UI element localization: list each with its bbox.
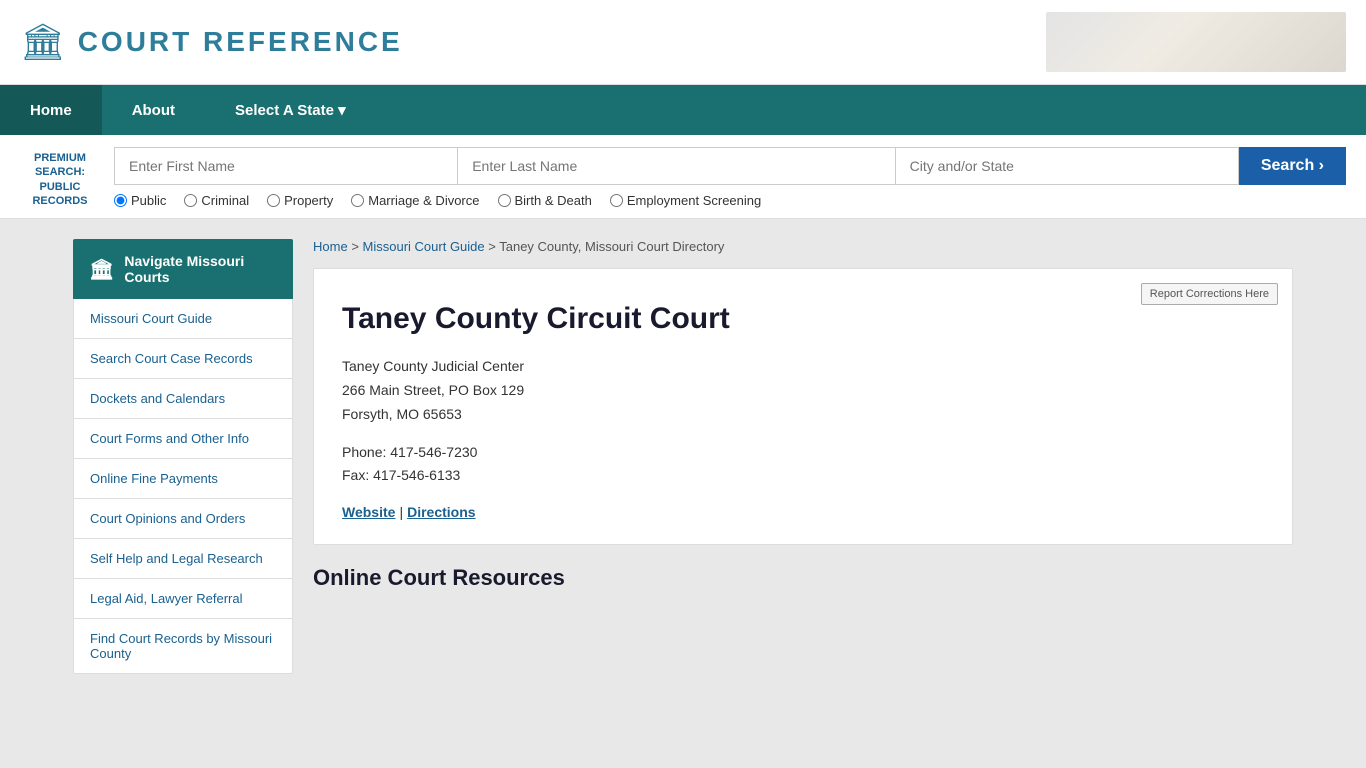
address-line1: Taney County Judicial Center bbox=[342, 358, 524, 374]
page-content: Home > Missouri Court Guide > Taney Coun… bbox=[313, 239, 1293, 674]
main-nav: Home About Select A State ▾ bbox=[0, 85, 1366, 135]
sidebar-item-mo-court-guide[interactable]: Missouri Court Guide bbox=[73, 299, 293, 339]
logo-text: COURT REFERENCE bbox=[78, 26, 403, 58]
radio-birth[interactable] bbox=[498, 194, 511, 207]
online-resources-title: Online Court Resources bbox=[313, 565, 1293, 591]
radio-marriage-text: Marriage & Divorce bbox=[368, 193, 479, 208]
radio-birth-label[interactable]: Birth & Death bbox=[498, 193, 592, 208]
sidebar-item-self-help[interactable]: Self Help and Legal Research bbox=[73, 539, 293, 579]
radio-public[interactable] bbox=[114, 194, 127, 207]
last-name-input[interactable] bbox=[457, 147, 894, 185]
breadcrumb-state-guide[interactable]: Missouri Court Guide bbox=[363, 239, 485, 254]
court-links: Website | Directions bbox=[342, 504, 1264, 520]
premium-line1: PREMIUM bbox=[34, 152, 86, 164]
main-content: 🏛 Navigate MissouriCourts Missouri Court… bbox=[63, 219, 1303, 694]
radio-birth-text: Birth & Death bbox=[515, 193, 592, 208]
radio-employment[interactable] bbox=[610, 194, 623, 207]
premium-line2: SEARCH: bbox=[35, 166, 85, 178]
radio-marriage[interactable] bbox=[351, 194, 364, 207]
radio-public-text: Public bbox=[131, 193, 166, 208]
nav-select-state[interactable]: Select A State ▾ bbox=[205, 85, 376, 135]
directions-link[interactable]: Directions bbox=[407, 504, 475, 520]
sidebar-item-search-records[interactable]: Search Court Case Records bbox=[73, 339, 293, 379]
sidebar-item-court-forms[interactable]: Court Forms and Other Info bbox=[73, 419, 293, 459]
sidebar-court-icon: 🏛 bbox=[89, 257, 114, 282]
search-inputs-row: Search › bbox=[114, 147, 1346, 185]
breadcrumb-current: Taney County, Missouri Court Directory bbox=[499, 239, 724, 254]
fax-number: Fax: 417-546-6133 bbox=[342, 467, 460, 483]
radio-criminal-text: Criminal bbox=[201, 193, 249, 208]
radio-property-label[interactable]: Property bbox=[267, 193, 333, 208]
search-bar: PREMIUM SEARCH: PUBLIC RECORDS Search › … bbox=[0, 135, 1366, 219]
search-button[interactable]: Search › bbox=[1239, 147, 1346, 185]
sidebar-header-label: Navigate MissouriCourts bbox=[124, 253, 244, 285]
logo-icon: 🏛 bbox=[20, 21, 66, 63]
radio-public-label[interactable]: Public bbox=[114, 193, 166, 208]
premium-line3: PUBLIC bbox=[40, 181, 81, 193]
nav-about[interactable]: About bbox=[102, 85, 205, 135]
radio-employment-label[interactable]: Employment Screening bbox=[610, 193, 761, 208]
sidebar-item-legal-aid[interactable]: Legal Aid, Lawyer Referral bbox=[73, 579, 293, 619]
radio-criminal[interactable] bbox=[184, 194, 197, 207]
website-link[interactable]: Website bbox=[342, 504, 395, 520]
court-card: Report Corrections Here Taney County Cir… bbox=[313, 268, 1293, 545]
sidebar-item-opinions[interactable]: Court Opinions and Orders bbox=[73, 499, 293, 539]
radio-property-text: Property bbox=[284, 193, 333, 208]
court-address: Taney County Judicial Center 266 Main St… bbox=[342, 355, 1264, 426]
search-inputs-group: Search › Public Criminal Property Marria… bbox=[114, 147, 1346, 208]
breadcrumb-sep1: > bbox=[351, 239, 362, 254]
address-line3: Forsyth, MO 65653 bbox=[342, 406, 462, 422]
site-header: 🏛 COURT REFERENCE bbox=[0, 0, 1366, 85]
sidebar-item-fine-payments[interactable]: Online Fine Payments bbox=[73, 459, 293, 499]
phone-number: Phone: 417-546-7230 bbox=[342, 444, 477, 460]
radio-employment-text: Employment Screening bbox=[627, 193, 761, 208]
city-state-input[interactable] bbox=[895, 147, 1239, 185]
premium-line4: RECORDS bbox=[32, 195, 87, 207]
nav-home[interactable]: Home bbox=[0, 85, 102, 135]
sidebar: 🏛 Navigate MissouriCourts Missouri Court… bbox=[73, 239, 293, 674]
radio-marriage-label[interactable]: Marriage & Divorce bbox=[351, 193, 479, 208]
sidebar-item-dockets[interactable]: Dockets and Calendars bbox=[73, 379, 293, 419]
sidebar-header: 🏛 Navigate MissouriCourts bbox=[73, 239, 293, 299]
report-corrections-button[interactable]: Report Corrections Here bbox=[1141, 283, 1278, 305]
record-type-radio-group: Public Criminal Property Marriage & Divo… bbox=[114, 193, 1346, 208]
header-courthouse-image bbox=[1046, 12, 1346, 72]
links-separator: | bbox=[399, 504, 403, 520]
premium-label: PREMIUM SEARCH: PUBLIC RECORDS bbox=[20, 147, 100, 208]
first-name-input[interactable] bbox=[114, 147, 457, 185]
court-phone-fax: Phone: 417-546-7230 Fax: 417-546-6133 bbox=[342, 441, 1264, 489]
sidebar-item-find-records[interactable]: Find Court Records by Missouri County bbox=[73, 619, 293, 674]
court-title: Taney County Circuit Court bbox=[342, 301, 1264, 337]
breadcrumb-home[interactable]: Home bbox=[313, 239, 348, 254]
breadcrumb: Home > Missouri Court Guide > Taney Coun… bbox=[313, 239, 1293, 254]
address-line2: 266 Main Street, PO Box 129 bbox=[342, 382, 524, 398]
breadcrumb-sep2: > bbox=[488, 239, 499, 254]
radio-property[interactable] bbox=[267, 194, 280, 207]
radio-criminal-label[interactable]: Criminal bbox=[184, 193, 249, 208]
